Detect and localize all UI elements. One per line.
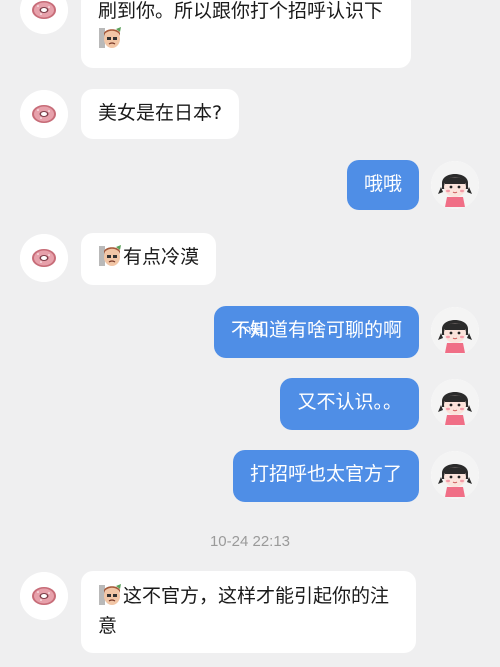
donut-avatar-icon bbox=[20, 0, 68, 34]
message-text: 刷到你。所以跟你打个招呼认识下 bbox=[98, 0, 384, 22]
sender-avatar[interactable] bbox=[20, 90, 68, 138]
message-bubble-incoming[interactable]: 刷到你。所以跟你打个招呼认识下 bbox=[81, 0, 411, 68]
donut-avatar-icon bbox=[20, 234, 68, 282]
message-bubble-outgoing[interactable]: 哦哦 bbox=[346, 160, 419, 210]
my-avatar[interactable] bbox=[431, 307, 479, 355]
message-bubble-incoming[interactable]: 这不官方，这样才能引起你的注 意 bbox=[81, 571, 416, 653]
message-text: 又不认识。。 bbox=[297, 391, 402, 413]
girl-sticker-icon bbox=[98, 583, 122, 607]
my-avatar[interactable] bbox=[431, 161, 479, 209]
girl-sticker-icon bbox=[98, 244, 122, 268]
message-text: 打招呼也太官方了 bbox=[249, 463, 402, 485]
message-bubble-outgoing[interactable]: 打招呼也太官方了 bbox=[232, 450, 419, 502]
my-avatar[interactable] bbox=[431, 451, 479, 499]
sender-avatar[interactable] bbox=[20, 0, 68, 34]
donut-avatar-icon bbox=[20, 90, 68, 138]
message-text-line2: 意 bbox=[98, 615, 118, 637]
message-text-line1: 这不官方，这样才能引起你的注 bbox=[123, 585, 390, 607]
message-text: 哦哦 bbox=[363, 173, 402, 195]
cartoon-girl-avatar-icon bbox=[431, 307, 479, 355]
cartoon-girl-avatar-icon bbox=[431, 161, 479, 209]
message-bubble-outgoing[interactable]: 又不认识。。 bbox=[280, 378, 419, 430]
cartoon-girl-avatar-icon bbox=[431, 451, 479, 499]
message-timestamp: 10-24 22:13 bbox=[209, 533, 291, 550]
message-text: 有点冷漠 bbox=[123, 246, 200, 268]
cartoon-girl-avatar-icon bbox=[431, 379, 479, 427]
sender-avatar[interactable] bbox=[20, 234, 68, 282]
sender-avatar[interactable] bbox=[20, 572, 68, 620]
message-bubble-outgoing[interactable]: 不知道有啥可聊的啊 m娟 bbox=[213, 306, 419, 358]
my-avatar[interactable] bbox=[431, 379, 479, 427]
message-text: 美女是在日本? bbox=[98, 102, 223, 124]
message-overlay-text: m娟 bbox=[238, 323, 264, 338]
message-bubble-incoming[interactable]: 有点冷漠 bbox=[81, 233, 217, 285]
message-bubble-incoming[interactable]: 美女是在日本? bbox=[81, 89, 240, 139]
donut-avatar-icon bbox=[20, 572, 68, 620]
girl-sticker-icon bbox=[98, 26, 122, 50]
